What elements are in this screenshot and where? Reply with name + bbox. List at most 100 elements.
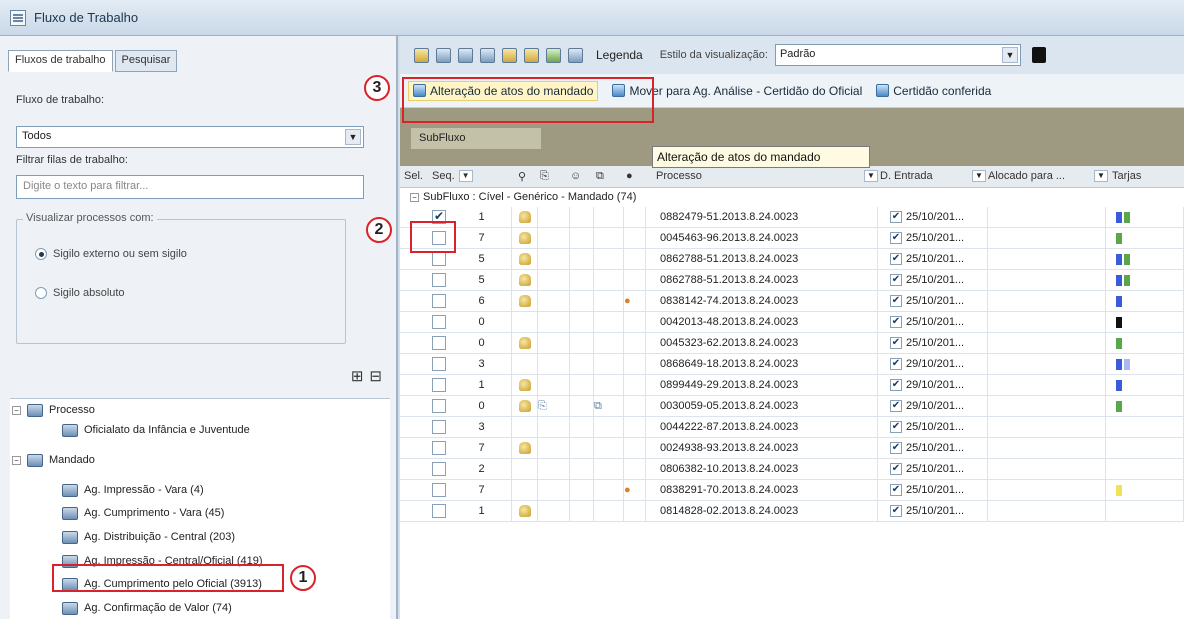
check-icon: ✔	[890, 358, 902, 371]
print-preview-icon[interactable]	[568, 47, 583, 63]
tab-workflows[interactable]: Fluxos de trabalho	[8, 50, 113, 72]
folder-open-icon[interactable]	[414, 47, 429, 63]
tab-search[interactable]: Pesquisar	[114, 50, 178, 72]
copy-icon[interactable]	[502, 47, 517, 63]
flow-select[interactable]: Todos ▼	[16, 126, 364, 148]
export-icon[interactable]	[546, 47, 561, 63]
row-select-checkbox[interactable]	[432, 315, 446, 329]
row-select-checkbox[interactable]	[432, 273, 446, 287]
radio-icon[interactable]	[35, 287, 47, 299]
filter-dropdown-icon[interactable]: ▼	[864, 170, 878, 182]
legend-button[interactable]: Legenda	[596, 48, 643, 62]
tree-node-confirmacao-valor[interactable]: Ag. Confirmação de Valor (74)	[62, 599, 232, 617]
alocado-cell	[988, 207, 1106, 228]
table-row[interactable]: 3 0868649-18.2013.8.24.0023 ✔ 29/10/201...	[400, 354, 1184, 375]
col-tarjas[interactable]: Tarjas	[1112, 170, 1141, 182]
processo-cell[interactable]: 0045463-96.2013.8.24.0023	[646, 228, 878, 249]
col-bell-icon[interactable]: ⚲	[518, 170, 526, 183]
table-row[interactable]: 2 0806382-10.2013.8.24.0023 ✔ 25/10/201...	[400, 459, 1184, 480]
radio-icon[interactable]	[35, 248, 47, 260]
expand-all-icon[interactable]	[458, 47, 473, 63]
radio-absolute-secrecy[interactable]: Sigilo absoluto	[35, 287, 125, 299]
processo-cell[interactable]: 0044222-87.2013.8.24.0023	[646, 417, 878, 438]
refresh-icon[interactable]	[436, 47, 451, 63]
tree-node-impressao-vara[interactable]: Ag. Impressão - Vara (4)	[62, 481, 204, 499]
tree-node-oficialato[interactable]: Oficialato da Infância e Juventude	[62, 421, 250, 439]
col-processo[interactable]: Processo	[656, 170, 702, 182]
row-select-checkbox[interactable]	[432, 336, 446, 350]
save-icon[interactable]	[1031, 47, 1046, 63]
processo-cell[interactable]: 0024938-93.2013.8.24.0023	[646, 438, 878, 459]
processo-cell[interactable]: 0838291-70.2013.8.24.0023	[646, 480, 878, 501]
processo-cell[interactable]: 0042013-48.2013.8.24.0023	[646, 312, 878, 333]
table-row[interactable]: 5 0862788-51.2013.8.24.0023 ✔ 25/10/201...	[400, 270, 1184, 291]
table-row[interactable]: 0 ⎘ ⧉ 0030059-05.2013.8.24.0023 ✔ 29/10/201..…	[400, 396, 1184, 417]
tree-node-processo[interactable]: − Processo	[12, 401, 95, 419]
row-select-checkbox[interactable]	[432, 441, 446, 455]
processo-cell[interactable]: 0838142-74.2013.8.24.0023	[646, 291, 878, 312]
group-row-label: SubFluxo : Cível - Genérico - Mandado (7…	[423, 191, 637, 203]
table-row[interactable]: 6 ● 0838142-74.2013.8.24.0023 ✔ 25/10/201...	[400, 291, 1184, 312]
table-row[interactable]: 7 0024938-93.2013.8.24.0023 ✔ 25/10/201...	[400, 438, 1184, 459]
chevron-down-icon[interactable]: ▼	[345, 129, 361, 145]
table-row[interactable]: 0 0045323-62.2013.8.24.0023 ✔ 25/10/201...	[400, 333, 1184, 354]
entrada-cell: ✔ 25/10/201...	[878, 207, 988, 228]
link-cell	[594, 270, 624, 291]
col-alocado[interactable]: Alocado para ...	[988, 170, 1065, 182]
table-row[interactable]: 7 ● 0838291-70.2013.8.24.0023 ✔ 25/10/201...	[400, 480, 1184, 501]
tree-node-cumprimento-vara[interactable]: Ag. Cumprimento - Vara (45)	[62, 504, 224, 522]
row-select-checkbox[interactable]	[432, 294, 446, 308]
subflux-group-chip[interactable]: SubFluxo	[411, 128, 541, 149]
filter-input[interactable]: Digite o texto para filtrar...	[16, 175, 364, 199]
row-select-checkbox[interactable]	[432, 252, 446, 266]
filter-dropdown-icon[interactable]: ▼	[972, 170, 986, 182]
table-row[interactable]: 7 0045463-96.2013.8.24.0023 ✔ 25/10/201...	[400, 228, 1184, 249]
row-select-checkbox[interactable]	[432, 378, 446, 392]
chevron-down-icon[interactable]: ▼	[1001, 47, 1018, 63]
filter-dropdown-icon[interactable]: ▼	[458, 170, 473, 183]
col-seq[interactable]: Seq. ▼	[432, 170, 473, 183]
paste-icon[interactable]	[524, 47, 539, 63]
radio-external-secrecy[interactable]: Sigilo externo ou sem sigilo	[35, 248, 187, 260]
collapse-all-icon[interactable]	[480, 47, 495, 63]
row-select-checkbox[interactable]	[432, 399, 446, 413]
processo-cell[interactable]: 0899449-29.2013.8.24.0023	[646, 375, 878, 396]
table-row[interactable]: 0 0042013-48.2013.8.24.0023 ✔ 25/10/201...	[400, 312, 1184, 333]
col-entrada[interactable]: D. Entrada	[880, 170, 933, 182]
tree-expand-icon[interactable]: ⊞	[351, 367, 364, 385]
action-certidao-conferida[interactable]: Certidão conferida	[876, 84, 991, 98]
table-row[interactable]: 1 0899449-29.2013.8.24.0023 ✔ 29/10/201...	[400, 375, 1184, 396]
processo-cell[interactable]: 0882479-51.2013.8.24.0023	[646, 207, 878, 228]
row-select-checkbox[interactable]	[432, 462, 446, 476]
collapse-icon[interactable]: −	[410, 193, 419, 202]
col-apple-icon[interactable]: ●	[626, 170, 633, 182]
tree-collapse-icon[interactable]: ⊟	[369, 367, 382, 385]
col-sel[interactable]: Sel.	[404, 170, 423, 182]
processo-cell[interactable]: 0806382-10.2013.8.24.0023	[646, 459, 878, 480]
row-select-checkbox[interactable]	[432, 357, 446, 371]
col-user-icon[interactable]: ☺	[570, 170, 581, 182]
processo-cell[interactable]: 0868649-18.2013.8.24.0023	[646, 354, 878, 375]
filter-dropdown-icon[interactable]: ▼	[1094, 170, 1108, 182]
tree-node-distribuicao-central[interactable]: Ag. Distribuição - Central (203)	[62, 528, 235, 546]
row-select-checkbox[interactable]	[432, 504, 446, 518]
processo-cell[interactable]: 0030059-05.2013.8.24.0023	[646, 396, 878, 417]
collapse-icon[interactable]: −	[12, 455, 21, 465]
processo-cell[interactable]: 0862788-51.2013.8.24.0023	[646, 270, 878, 291]
row-select-checkbox[interactable]	[432, 483, 446, 497]
table-row[interactable]: 5 0862788-51.2013.8.24.0023 ✔ 25/10/201...	[400, 249, 1184, 270]
subflux-group-row[interactable]: − SubFluxo : Cível - Genérico - Mandado (…	[400, 188, 1184, 207]
col-clip-icon[interactable]: ⎘	[540, 170, 549, 183]
tree-node-mandado[interactable]: − Mandado	[12, 451, 95, 469]
row-select-checkbox[interactable]	[432, 420, 446, 434]
view-style-select[interactable]: Padrão ▼	[774, 44, 1021, 66]
apple-cell	[624, 459, 646, 480]
processo-cell[interactable]: 0814828-02.2013.8.24.0023	[646, 501, 878, 522]
table-row[interactable]: 3 0044222-87.2013.8.24.0023 ✔ 25/10/201...	[400, 417, 1184, 438]
col-link-icon[interactable]: ⧉	[596, 170, 604, 183]
processo-cell[interactable]: 0045323-62.2013.8.24.0023	[646, 333, 878, 354]
collapse-icon[interactable]: −	[12, 405, 21, 415]
table-row[interactable]: 1 0882479-51.2013.8.24.0023 ✔ 25/10/201...	[400, 207, 1184, 228]
processo-cell[interactable]: 0862788-51.2013.8.24.0023	[646, 249, 878, 270]
table-row[interactable]: 1 0814828-02.2013.8.24.0023 ✔ 25/10/201...	[400, 501, 1184, 522]
